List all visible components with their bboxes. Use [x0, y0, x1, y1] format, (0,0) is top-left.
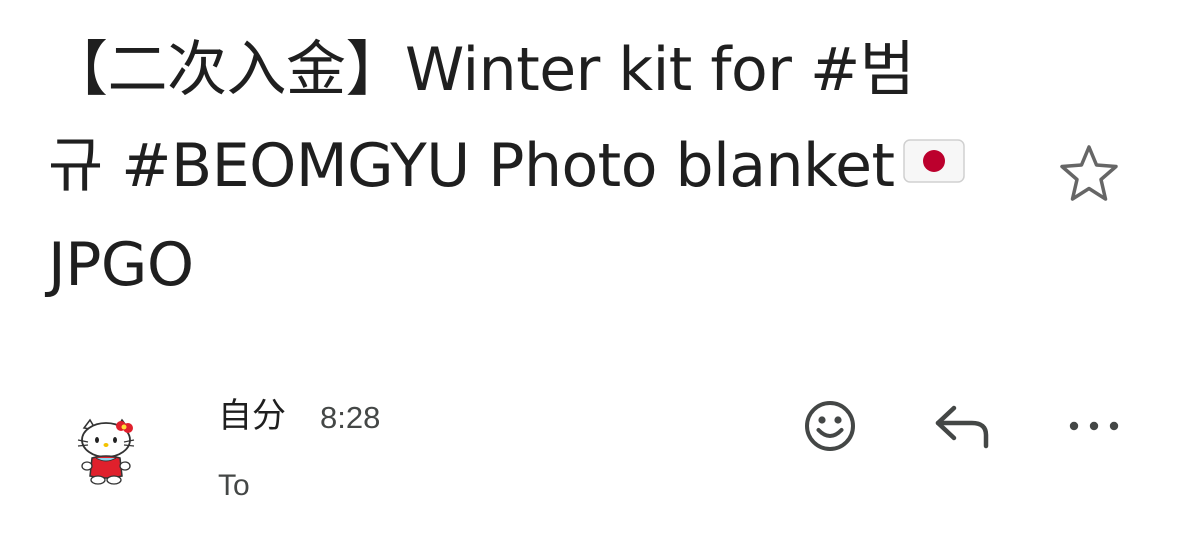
hello-kitty-avatar	[77, 418, 135, 485]
recipient-summary[interactable]: To	[218, 466, 252, 506]
sender-name[interactable]: 自分	[218, 396, 286, 436]
subject-line-2-text: 규 #BEOMGYU Photo blanket	[48, 131, 895, 201]
star-button[interactable]	[1056, 140, 1122, 206]
star-outline-icon	[1060, 145, 1118, 201]
japan-flag-icon	[902, 115, 965, 211]
reply-arrow-icon	[935, 405, 989, 449]
emoji-reaction-button[interactable]	[800, 396, 860, 456]
subject-line-2: 규 #BEOMGYU Photo blanket	[48, 118, 1008, 217]
avatar[interactable]	[76, 418, 136, 486]
more-options-button[interactable]	[1064, 396, 1124, 456]
smiley-face-icon	[805, 401, 855, 451]
more-horizontal-icon	[1069, 421, 1119, 431]
subject-line-1: 【二次入金】Winter kit for #범	[48, 35, 915, 105]
reply-button[interactable]	[932, 396, 992, 456]
message-time: 8:28	[320, 400, 381, 435]
subject-line-3: JPGO	[48, 230, 194, 301]
email-subject: 【二次入金】Winter kit for #범 규 #BEOMGYU Photo…	[48, 22, 1008, 313]
